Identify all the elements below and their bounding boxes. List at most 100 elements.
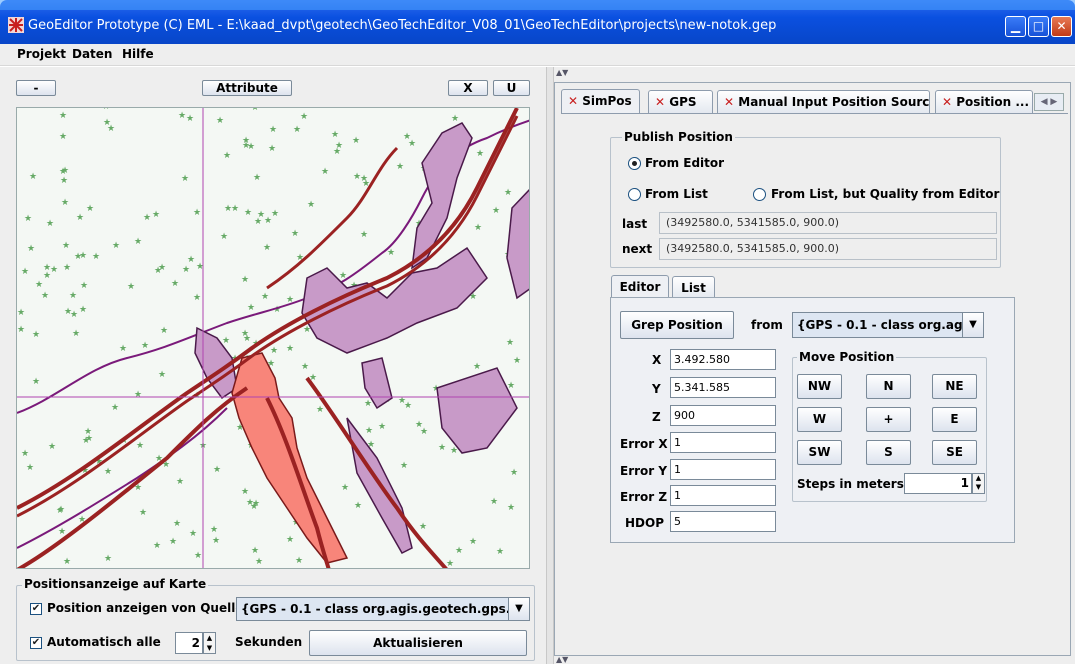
vegetation-star: ★ — [62, 241, 70, 251]
vegetation-star: ★ — [360, 230, 368, 240]
vegetation-star: ★ — [264, 216, 272, 226]
geology-polygon — [301, 246, 488, 354]
seconds-label: Sekunden — [235, 635, 303, 649]
vegetation-star: ★ — [286, 344, 294, 354]
interval-spinner-arrows[interactable]: ▲ ▼ — [203, 632, 216, 654]
vegetation-star: ★ — [438, 443, 446, 453]
vegetation-star: ★ — [119, 344, 127, 354]
error-y-input[interactable]: 1 — [670, 459, 776, 480]
from-list-quality-label: From List, but Quality from Editor — [771, 187, 1000, 201]
chevron-down-icon[interactable]: ▼ — [962, 312, 984, 338]
tab-separator — [561, 113, 1068, 114]
vegetation-star: ★ — [510, 468, 518, 478]
hdop-input[interactable]: 5 — [670, 511, 776, 532]
position-source-select[interactable]: {GPS - 0.1 - class org.agis.geotech.gps.… — [236, 597, 510, 621]
vegetation-star: ★ — [507, 503, 515, 513]
map-canvas[interactable]: ★ ★ ★ ★ ★ ★ ★ ★ ★ ★ ★ ★ ★ ★ ★ ★ ★ ★ ★ ★ ★ ★ ★ ★ ★ ★ ★ ★ ★ ★ ★ ★ ★ ★ ★ ★ ★ ★ ★ ★… — [17, 108, 530, 569]
vegetation-star: ★ — [59, 111, 67, 121]
next-label: next — [622, 242, 653, 256]
move-nw-button[interactable]: NW — [797, 374, 842, 399]
vegetation-star: ★ — [59, 167, 67, 177]
vegetation-star: ★ — [251, 546, 259, 556]
vegetation-star: ★ — [291, 229, 299, 239]
vegetation-star: ★ — [21, 449, 29, 459]
vegetation-star: ★ — [189, 529, 197, 539]
menu-projekt[interactable]: Projekt — [17, 47, 66, 61]
vegetation-star: ★ — [300, 112, 308, 122]
z-input[interactable]: 900 — [670, 405, 776, 426]
from-label: from — [751, 318, 783, 332]
maximize-button[interactable]: □ — [1028, 16, 1049, 37]
map-view[interactable]: ★ ★ ★ ★ ★ ★ ★ ★ ★ ★ ★ ★ ★ ★ ★ ★ ★ ★ ★ ★ ★ ★ ★ ★ ★ ★ ★ ★ ★ ★ ★ ★ ★ ★ ★ ★ ★ ★ ★ ★… — [16, 107, 530, 569]
x-button[interactable]: X — [448, 80, 488, 96]
y-input[interactable]: 5.341.585 — [670, 377, 776, 398]
move-sw-button[interactable]: SW — [797, 440, 842, 465]
show-position-checkbox[interactable]: ✔ — [30, 603, 42, 615]
vegetation-star: ★ — [141, 341, 149, 351]
interval-spinner[interactable]: 2 — [175, 632, 203, 654]
vegetation-star: ★ — [253, 173, 261, 183]
error-z-input[interactable]: 1 — [670, 485, 776, 506]
u-button[interactable]: U — [493, 80, 530, 96]
z-field-label: Z — [652, 410, 661, 424]
vegetation-star: ★ — [408, 139, 416, 149]
vegetation-star: ★ — [152, 210, 160, 220]
vegetation-star: ★ — [181, 174, 189, 184]
collapse-button[interactable]: - — [16, 80, 56, 96]
split-pane-divider[interactable] — [546, 67, 554, 664]
position-display-group-title: Positionsanzeige auf Karte — [22, 577, 209, 591]
vegetation-star: ★ — [176, 477, 184, 487]
vegetation-star: ★ — [17, 325, 25, 335]
tab-manual-input[interactable]: ✕ Manual Input Position Source — [717, 90, 930, 114]
x-input[interactable]: 3.492.580 — [670, 349, 776, 370]
vegetation-star: ★ — [35, 280, 43, 290]
tab-gps[interactable]: ✕ GPS — [648, 90, 713, 114]
close-button[interactable]: ✕ — [1051, 16, 1072, 37]
grep-source-select[interactable]: {GPS - 0.1 - class org.agi... — [792, 312, 964, 338]
collapse-arrows-icon[interactable]: ▲▼ — [556, 68, 568, 77]
collapse-arrows-bottom-icon[interactable]: ▲▼ — [556, 655, 568, 664]
vegetation-star: ★ — [378, 422, 386, 432]
refresh-button[interactable]: Aktualisieren — [309, 630, 527, 656]
vegetation-star: ★ — [46, 219, 54, 229]
vegetation-star: ★ — [354, 501, 362, 511]
move-s-button[interactable]: S — [866, 440, 911, 465]
vegetation-star: ★ — [476, 149, 484, 159]
auto-refresh-checkbox[interactable]: ✔ — [30, 637, 42, 649]
steps-spinner-arrows[interactable]: ▲ ▼ — [972, 473, 985, 494]
x-field-label: X — [652, 353, 662, 367]
vegetation-star: ★ — [321, 167, 329, 177]
menu-hilfe[interactable]: Hilfe — [122, 47, 154, 61]
move-n-button[interactable]: N — [866, 374, 911, 399]
highlight-polygon — [231, 352, 349, 564]
tab-scroll-arrows-icon[interactable]: ◀ ▶ — [1034, 93, 1064, 111]
from-list-quality-radio[interactable] — [753, 188, 766, 201]
move-center-button[interactable]: + — [866, 407, 911, 432]
grep-position-button[interactable]: Grep Position — [620, 311, 734, 339]
steps-spinner[interactable]: 1 — [904, 473, 972, 494]
tab-simpos[interactable]: ✕ SimPos — [561, 89, 640, 114]
vegetation-star: ★ — [56, 506, 64, 516]
vegetation-star: ★ — [48, 442, 56, 452]
tab-position[interactable]: ✕ Position ... — [935, 90, 1033, 114]
move-ne-button[interactable]: NE — [932, 374, 977, 399]
chevron-down-icon[interactable]: ▼ — [508, 597, 530, 621]
vegetation-star: ★ — [104, 554, 112, 564]
move-se-button[interactable]: SE — [932, 440, 977, 465]
vegetation-star: ★ — [474, 223, 482, 233]
vegetation-star: ★ — [254, 217, 262, 227]
from-list-radio[interactable] — [628, 188, 641, 201]
menu-daten[interactable]: Daten — [72, 47, 112, 61]
vegetation-star: ★ — [307, 200, 315, 210]
move-position-title: Move Position — [797, 350, 897, 364]
attribute-button[interactable]: Attribute — [202, 80, 292, 96]
geology-polygon — [436, 367, 518, 454]
error-x-input[interactable]: 1 — [670, 432, 776, 453]
from-editor-radio[interactable] — [628, 157, 641, 170]
move-e-button[interactable]: E — [932, 407, 977, 432]
show-position-label: Position anzeigen von Quelle — [47, 601, 244, 615]
move-w-button[interactable]: W — [797, 407, 842, 432]
window-title: GeoEditor Prototype (C) EML - E:\kaad_dv… — [28, 18, 777, 33]
vegetation-star: ★ — [241, 329, 249, 339]
minimize-button[interactable]: ▁ — [1005, 16, 1026, 37]
